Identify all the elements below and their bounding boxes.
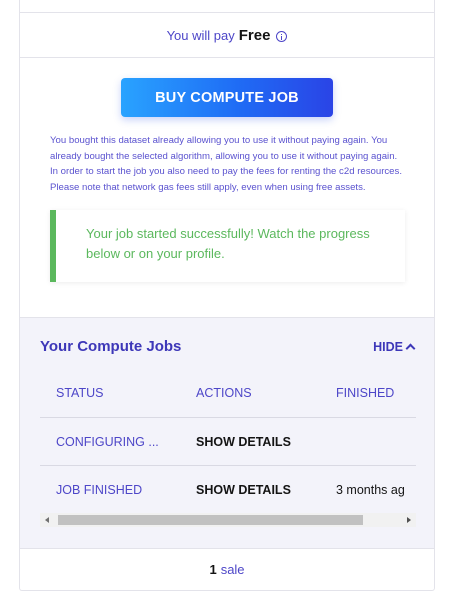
table-row: CONFIGURING ... SHOW DETAILS [40,417,416,466]
compute-jobs-title: Your Compute Jobs [40,338,182,355]
hide-toggle-label: HIDE [373,339,403,354]
show-details-button[interactable]: SHOW DETAILS [180,417,320,466]
show-details-button[interactable]: SHOW DETAILS [180,466,320,514]
compute-jobs-table: STATUS ACTIONS FINISHED CONFIGURING ... … [40,368,416,513]
column-header-status[interactable]: STATUS [40,368,180,418]
column-header-actions[interactable]: ACTIONS [180,368,320,418]
job-finished-time: 3 months ag [336,482,405,497]
sales-label[interactable]: sale [221,562,245,577]
table-row: JOB FINISHED SHOW DETAILS 3 months ag [40,466,416,514]
price-summary: You will pay Free [20,13,434,58]
column-header-finished[interactable]: FINISHED [320,368,416,418]
job-finished-time [320,417,416,466]
asset-action-panel: You will pay Free BUY COMPUTE JOB You bo… [19,0,435,591]
sales-summary: 1 sale [20,549,434,590]
compute-jobs-header: Your Compute Jobs HIDE [40,338,416,355]
table-header-row: STATUS ACTIONS FINISHED [40,368,416,418]
panel-top-divider [20,0,434,13]
sales-count: 1 [209,562,217,577]
chevron-up-icon [405,343,416,354]
scroll-left-arrow-icon[interactable] [40,513,54,527]
buy-section: BUY COMPUTE JOB You bought this dataset … [20,58,434,282]
buy-compute-job-button[interactable]: BUY COMPUTE JOB [121,78,333,117]
success-alert: Your job started successfully! Watch the… [50,210,405,282]
scroll-right-arrow-icon[interactable] [402,513,416,527]
price-value: Free [238,26,271,44]
job-status: CONFIGURING ... [40,417,180,466]
hide-jobs-toggle[interactable]: HIDE [373,339,416,354]
price-prefix: You will pay [166,27,235,43]
horizontal-scrollbar[interactable] [40,513,416,527]
alert-message: Your job started successfully! Watch the… [86,226,370,261]
info-icon[interactable] [276,30,288,42]
compute-jobs-section: Your Compute Jobs HIDE STATUS ACTIONS FI… [20,317,434,549]
job-status: JOB FINISHED [56,482,143,497]
purchase-notice: You bought this dataset already allowing… [50,135,402,193]
scrollbar-thumb[interactable] [58,515,363,525]
compute-jobs-table-container: STATUS ACTIONS FINISHED CONFIGURING ... … [40,368,416,531]
